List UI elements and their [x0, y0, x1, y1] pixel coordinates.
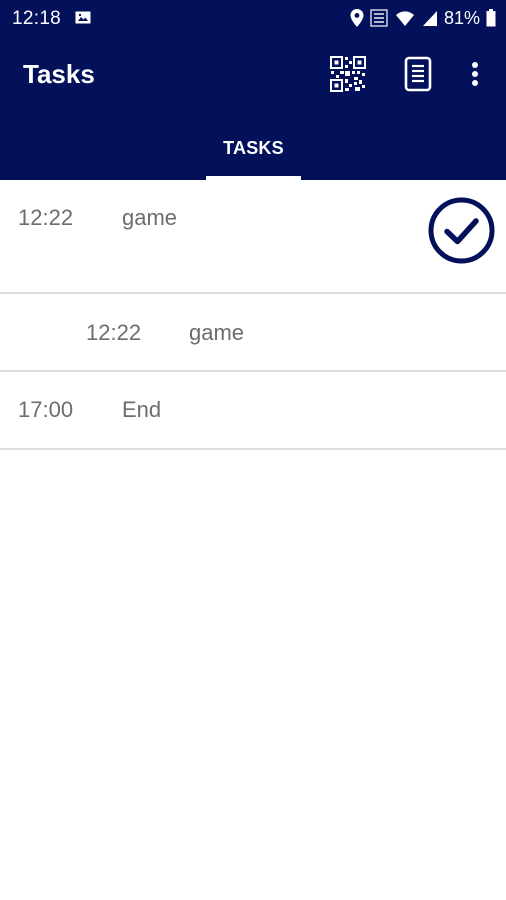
task-time: 17:00	[18, 397, 74, 422]
wifi-icon	[395, 11, 414, 26]
status-bar: 12:18 81%	[0, 0, 506, 36]
task-name: game	[122, 205, 178, 230]
list-item[interactable]: 12:22 game	[0, 294, 506, 372]
more-vert-icon	[472, 62, 478, 86]
page-title: Tasks	[23, 59, 95, 89]
check-circle-icon[interactable]	[428, 197, 495, 264]
signal-icon	[422, 11, 437, 26]
volte-icon	[370, 9, 388, 27]
qr-code-button[interactable]	[326, 52, 370, 96]
status-time: 12:18	[12, 8, 62, 29]
task-time: 12:22	[86, 320, 142, 345]
more-options-button[interactable]	[460, 52, 490, 96]
location-icon	[350, 9, 364, 27]
task-time: 12:22	[18, 205, 74, 230]
document-button[interactable]	[396, 52, 440, 96]
tab-tasks[interactable]: TASKS	[206, 126, 301, 180]
task-list: 12:22 game 12:22 game 17:00 End	[0, 180, 506, 450]
battery-icon	[486, 9, 496, 27]
list-item[interactable]: 17:00 End	[0, 372, 506, 450]
document-icon	[404, 56, 432, 92]
task-name: End	[122, 397, 162, 422]
status-icons: 81%	[344, 7, 496, 29]
battery-percent: 81%	[443, 7, 480, 28]
app-header: 12:18 81% Tasks TASKS	[0, 0, 506, 180]
tab-label: TASKS	[223, 138, 284, 158]
gallery-icon	[75, 11, 91, 24]
qr-code-icon	[330, 56, 366, 92]
task-name: game	[189, 320, 245, 345]
list-item[interactable]: 12:22 game	[0, 180, 506, 294]
